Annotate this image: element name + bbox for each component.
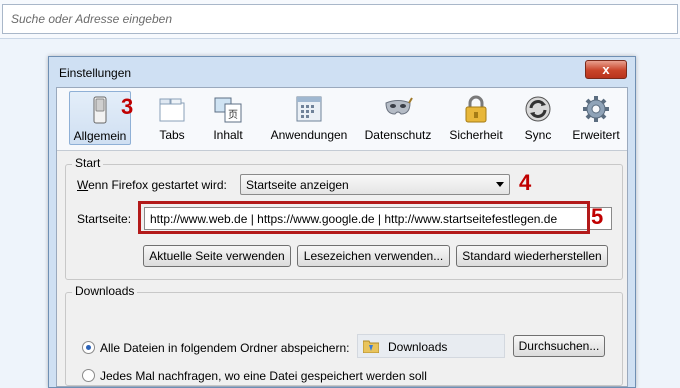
always-ask-label: Jedes Mal nachfragen, wo eine Datei gesp… — [100, 369, 427, 383]
tabs-icon — [159, 98, 185, 122]
folder-icon — [363, 340, 379, 353]
tab-anwendungen[interactable]: Anwendungen — [263, 91, 355, 145]
start-legend: Start — [72, 156, 104, 170]
preferences-dialog: Einstellungen x Allgemein 3 Tabs 页 Inhal… — [48, 56, 636, 388]
tab-datenschutz[interactable]: Datenschutz — [359, 91, 437, 145]
tab-label: Datenschutz — [364, 128, 432, 142]
save-to-folder-radio[interactable] — [82, 341, 95, 354]
step-marker-3: 3 — [121, 94, 134, 119]
dialog-content: Allgemein 3 Tabs 页 Inhalt Anwendungen Da… — [56, 87, 628, 387]
browse-button[interactable]: Durchsuchen... — [513, 335, 605, 357]
general-switch-icon — [93, 96, 107, 124]
homepage-label: Startseite: — [77, 212, 132, 226]
address-bar-strip — [0, 0, 680, 39]
tab-erweitert[interactable]: Erweitert — [567, 91, 625, 145]
startup-label: Wenn Firefox gestartet wird: — [77, 178, 227, 192]
tab-label: Tabs — [159, 128, 185, 142]
tab-sicherheit[interactable]: Sicherheit — [443, 91, 509, 145]
highlight-box — [138, 201, 590, 234]
dialog-title: Einstellungen — [59, 66, 132, 80]
download-folder-field: Downloads — [357, 334, 505, 358]
privacy-mask-icon — [385, 97, 413, 115]
restore-default-button[interactable]: Standard wiederherstellen — [456, 245, 608, 267]
chevron-down-icon — [496, 182, 504, 187]
dialog-titlebar: Einstellungen x — [49, 57, 635, 87]
tab-label: Inhalt — [213, 128, 243, 142]
step-marker-5: 5 — [591, 204, 604, 229]
gear-icon — [583, 96, 609, 122]
use-bookmark-button[interactable]: Lesezeichen verwenden... — [297, 245, 450, 267]
startup-select-value: Startseite anzeigen — [246, 178, 349, 192]
applications-icon — [296, 96, 322, 122]
address-input[interactable] — [3, 5, 677, 33]
tab-label: Allgemein — [73, 129, 127, 143]
content-icon: 页 — [214, 97, 242, 123]
close-icon: x — [602, 62, 610, 77]
tab-label: Erweitert — [572, 128, 620, 142]
tab-label: Anwendungen — [270, 128, 348, 142]
use-current-page-button[interactable]: Aktuelle Seite verwenden — [143, 245, 291, 267]
padlock-icon — [465, 95, 487, 123]
tab-label: Sicherheit — [449, 128, 503, 142]
always-ask-radio[interactable] — [82, 369, 95, 382]
tab-inhalt[interactable]: 页 Inhalt — [203, 91, 253, 145]
close-button[interactable]: x — [585, 60, 627, 79]
tab-tabs[interactable]: Tabs — [147, 91, 197, 145]
startup-select[interactable]: Startseite anzeigen — [240, 174, 510, 195]
save-to-folder-label: Alle Dateien in folgendem Ordner abspeic… — [100, 341, 350, 355]
download-folder-value: Downloads — [388, 340, 448, 354]
downloads-legend: Downloads — [72, 284, 138, 298]
address-bar[interactable] — [2, 4, 678, 34]
svg-text:页: 页 — [228, 109, 238, 121]
sync-icon — [525, 96, 551, 122]
preferences-toolbar: Allgemein 3 Tabs 页 Inhalt Anwendungen Da… — [57, 88, 627, 151]
step-marker-4: 4 — [519, 170, 532, 195]
tab-label: Sync — [524, 128, 552, 142]
tab-sync[interactable]: Sync — [513, 91, 563, 145]
